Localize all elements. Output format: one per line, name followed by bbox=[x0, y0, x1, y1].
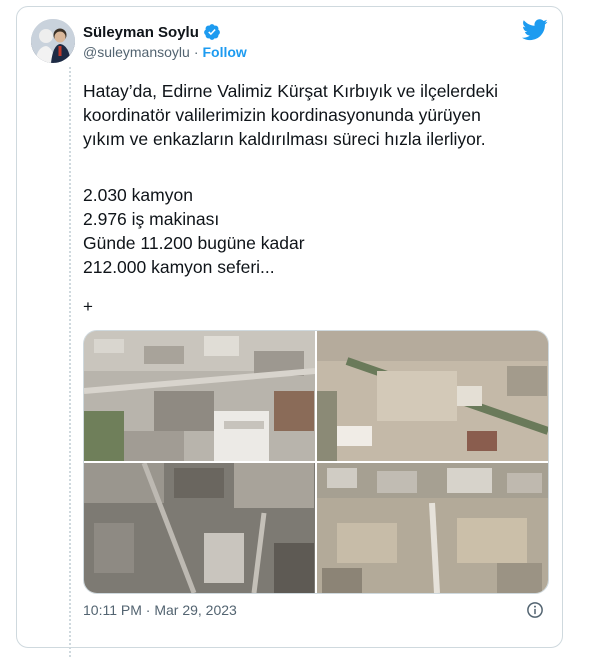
separator-dot: · bbox=[193, 44, 199, 60]
tweet-timestamp[interactable]: 10:11 PM · Mar 29, 2023 bbox=[83, 602, 237, 618]
photo-aerial-4[interactable] bbox=[317, 463, 548, 593]
follow-button[interactable]: Follow bbox=[202, 44, 246, 60]
photo-aerial-2[interactable] bbox=[317, 331, 548, 461]
stat-line: 2.976 iş makinası bbox=[83, 209, 220, 229]
stat-line: Günde 11.200 bugüne kadar bbox=[83, 233, 305, 253]
photo-aerial-3[interactable] bbox=[84, 463, 315, 593]
avatar[interactable] bbox=[31, 19, 75, 63]
info-icon[interactable] bbox=[526, 601, 544, 619]
tweet-stats: 2.030 kamyon 2.976 iş makinası Günde 11.… bbox=[83, 183, 305, 279]
photo-aerial-1[interactable] bbox=[84, 331, 315, 461]
stat-line: 212.000 kamyon seferi... bbox=[83, 257, 275, 277]
tweet-text: Hatay’da, Edirne Valimiz Kürşat Kırbıyık… bbox=[83, 81, 498, 149]
author-handle[interactable]: @suleymansoylu bbox=[83, 44, 190, 60]
thread-line bbox=[69, 67, 71, 657]
author-name[interactable]: Süleyman Soylu bbox=[83, 24, 199, 41]
avatar-image bbox=[31, 19, 75, 63]
plus-sign: + bbox=[83, 297, 93, 316]
twitter-bird-icon[interactable] bbox=[522, 19, 548, 41]
stat-line: 2.030 kamyon bbox=[83, 185, 193, 205]
verified-badge-icon bbox=[204, 24, 220, 40]
tweet-card: Süleyman Soylu @suleymansoylu · Follow H… bbox=[16, 6, 563, 657]
media-grid bbox=[83, 330, 549, 594]
